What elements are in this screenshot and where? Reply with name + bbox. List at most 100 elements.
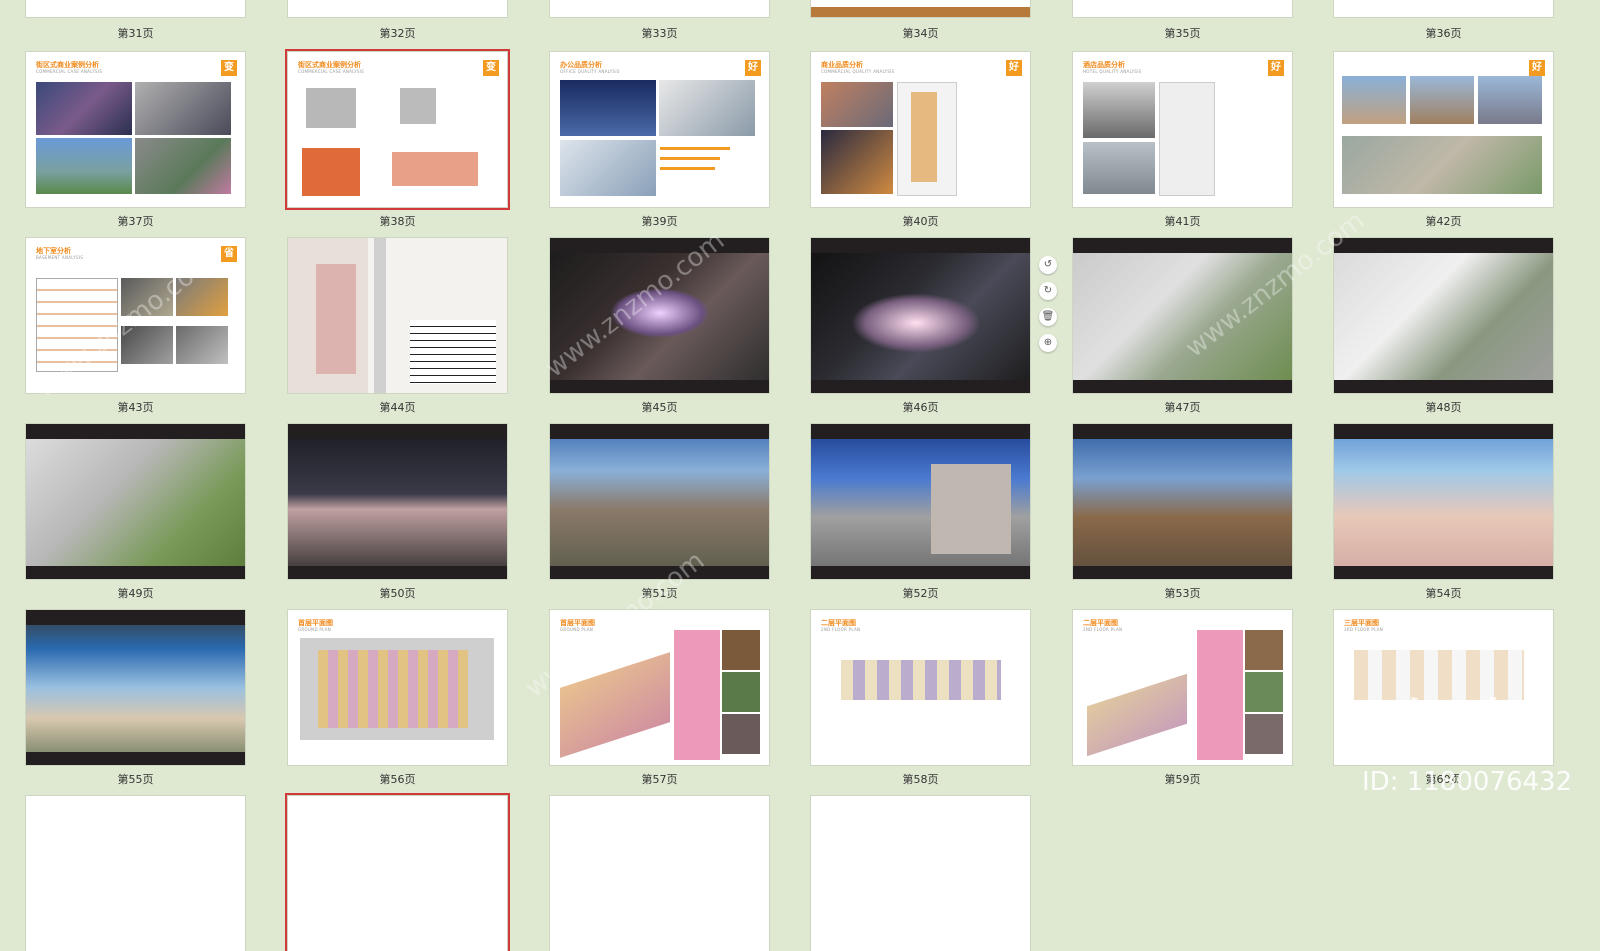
page-label: 第40页 bbox=[902, 215, 939, 228]
page-label: 第38页 bbox=[379, 215, 416, 228]
slide-badge: 好 bbox=[1006, 60, 1022, 76]
thumbnail-image[interactable] bbox=[1334, 0, 1553, 17]
slide-bar bbox=[811, 238, 1030, 253]
slide-subtitle: 3RD FLOOR PLAN bbox=[1344, 627, 1384, 632]
slide-bar bbox=[811, 566, 1030, 579]
thumbnail-image[interactable]: 二层平面图 2ND FLOOR PLAN bbox=[811, 610, 1030, 765]
thumbnail-image[interactable] bbox=[288, 0, 507, 17]
thumbnail-image[interactable]: 二层平面图 2ND FLOOR PLAN bbox=[1073, 610, 1292, 765]
page-label: 第46页 bbox=[902, 401, 939, 414]
slide-subtitle: 2ND FLOOR PLAN bbox=[1083, 627, 1123, 632]
thumbnail-image[interactable] bbox=[550, 238, 769, 393]
page-label: 第56页 bbox=[379, 773, 416, 786]
slide-subtitle: COMMERCIAL QUALITY ANALYSIS bbox=[821, 69, 895, 74]
thumbnail-image[interactable] bbox=[811, 796, 1030, 951]
thumbnail-image[interactable] bbox=[26, 796, 245, 951]
page-label: 第34页 bbox=[902, 27, 939, 40]
slide-subtitle: BASEMENT ANALYSIS bbox=[36, 255, 84, 260]
slide-subtitle: GROUND PLAN bbox=[298, 627, 332, 632]
page-label: 第31页 bbox=[117, 27, 154, 40]
slide-bar bbox=[1073, 238, 1292, 253]
slide-bar bbox=[550, 424, 769, 439]
page-label: 第49页 bbox=[117, 587, 154, 600]
slide-bar bbox=[1334, 566, 1553, 579]
slide-badge: 变 bbox=[221, 60, 237, 76]
slide-badge: 好 bbox=[1529, 60, 1545, 76]
page-thumbnail-grid: 第31页 第32页 第33页 第34页 第35页 第36页 街区式商业案例分析 … bbox=[0, 0, 1600, 951]
slide-badge: 变 bbox=[483, 60, 499, 76]
thumbnail-image[interactable] bbox=[26, 610, 245, 765]
page-label: 第43页 bbox=[117, 401, 154, 414]
thumbnail-image[interactable] bbox=[288, 424, 507, 579]
thumbnail-image-selected[interactable]: 街区式商业案例分析 COMMERCIAL CASE ANALYSIS 变 bbox=[285, 49, 510, 210]
page-label: 第47页 bbox=[1164, 401, 1201, 414]
thumbnail-image[interactable] bbox=[285, 793, 510, 951]
thumbnail-image[interactable] bbox=[550, 424, 769, 579]
page-label: 第35页 bbox=[1164, 27, 1201, 40]
page-label: 第58页 bbox=[902, 773, 939, 786]
add-page-icon[interactable]: ⊕ bbox=[1039, 334, 1057, 352]
slide-subtitle: OFFICE QUALITY ANALYSIS bbox=[560, 69, 620, 74]
page-label: 第44页 bbox=[379, 401, 416, 414]
thumbnail-image[interactable] bbox=[811, 424, 1030, 579]
slide-bar bbox=[811, 424, 1030, 439]
thumbnail-image[interactable] bbox=[811, 0, 1030, 17]
thumbnail-image[interactable]: 地下室分析 BASEMENT ANALYSIS 省 bbox=[26, 238, 245, 393]
slide-bar bbox=[1073, 566, 1292, 579]
slide-subtitle: COMMERCIAL CASE ANALYSIS bbox=[298, 69, 365, 74]
thumbnail-image[interactable] bbox=[26, 0, 245, 17]
thumbnail-image[interactable] bbox=[811, 238, 1030, 393]
slide-subtitle: COMMERCIAL CASE ANALYSIS bbox=[36, 69, 103, 74]
slide-bar bbox=[1334, 424, 1553, 439]
thumbnail-image[interactable]: 首层平面图 GROUND PLAN bbox=[550, 610, 769, 765]
slide-subtitle: 2ND FLOOR PLAN bbox=[821, 627, 861, 632]
slide-bar bbox=[26, 424, 245, 439]
watermark-logo: 知末 bbox=[1403, 694, 1523, 764]
page-label: 第37页 bbox=[117, 215, 154, 228]
thumbnail-image[interactable]: 酒店品质分析 HOTEL QUALITY ANALYSIS 好 bbox=[1073, 52, 1292, 207]
page-label: 第55页 bbox=[117, 773, 154, 786]
slide-bar bbox=[26, 566, 245, 579]
page-label: 第32页 bbox=[379, 27, 416, 40]
thumbnail-image[interactable]: 街区式商业案例分析 COMMERCIAL CASE ANALYSIS 变 bbox=[26, 52, 245, 207]
page-label: 第39页 bbox=[641, 215, 678, 228]
page-label: 第36页 bbox=[1425, 27, 1462, 40]
slide-bar bbox=[26, 610, 245, 625]
slide-bar bbox=[1073, 424, 1292, 439]
slide-bar bbox=[550, 566, 769, 579]
thumbnail-image[interactable] bbox=[550, 0, 769, 17]
slide-badge: 省 bbox=[221, 246, 237, 262]
slide-bar bbox=[811, 380, 1030, 393]
slide-bar bbox=[1334, 380, 1553, 393]
thumbnail-image[interactable] bbox=[288, 238, 507, 393]
page-label: 第57页 bbox=[641, 773, 678, 786]
thumbnail-image[interactable] bbox=[1073, 0, 1292, 17]
rotate-right-icon[interactable]: ↻ bbox=[1039, 282, 1057, 300]
thumbnail-image[interactable]: 好 bbox=[1334, 52, 1553, 207]
page-label: 第52页 bbox=[902, 587, 939, 600]
watermark-id: ID: 1180076432 bbox=[1362, 767, 1573, 797]
delete-icon[interactable]: 🗑 bbox=[1039, 308, 1057, 326]
slide-badge: 好 bbox=[1268, 60, 1284, 76]
thumbnail-image[interactable]: 商业品质分析 COMMERCIAL QUALITY ANALYSIS 好 bbox=[811, 52, 1030, 207]
thumbnail-image[interactable] bbox=[550, 796, 769, 951]
thumbnail-image[interactable] bbox=[1334, 238, 1553, 393]
thumbnail-image[interactable]: 办公品质分析 OFFICE QUALITY ANALYSIS 好 bbox=[550, 52, 769, 207]
page-label: 第59页 bbox=[1164, 773, 1201, 786]
slide-bar bbox=[550, 238, 769, 253]
thumbnail-image[interactable] bbox=[1073, 238, 1292, 393]
slide-bar bbox=[1073, 380, 1292, 393]
slide-badge: 好 bbox=[745, 60, 761, 76]
rotate-left-icon[interactable]: ↺ bbox=[1039, 256, 1057, 274]
thumbnail-image[interactable] bbox=[1073, 424, 1292, 579]
page-label: 第54页 bbox=[1425, 587, 1462, 600]
thumbnail-image[interactable]: 首层平面图 GROUND PLAN bbox=[288, 610, 507, 765]
page-label: 第48页 bbox=[1425, 401, 1462, 414]
page-label: 第41页 bbox=[1164, 215, 1201, 228]
thumbnail-image[interactable] bbox=[26, 424, 245, 579]
slide-bar bbox=[550, 380, 769, 393]
slide-subtitle: GROUND PLAN bbox=[560, 627, 594, 632]
page-label: 第42页 bbox=[1425, 215, 1462, 228]
page-label: 第50页 bbox=[379, 587, 416, 600]
thumbnail-image[interactable] bbox=[1334, 424, 1553, 579]
